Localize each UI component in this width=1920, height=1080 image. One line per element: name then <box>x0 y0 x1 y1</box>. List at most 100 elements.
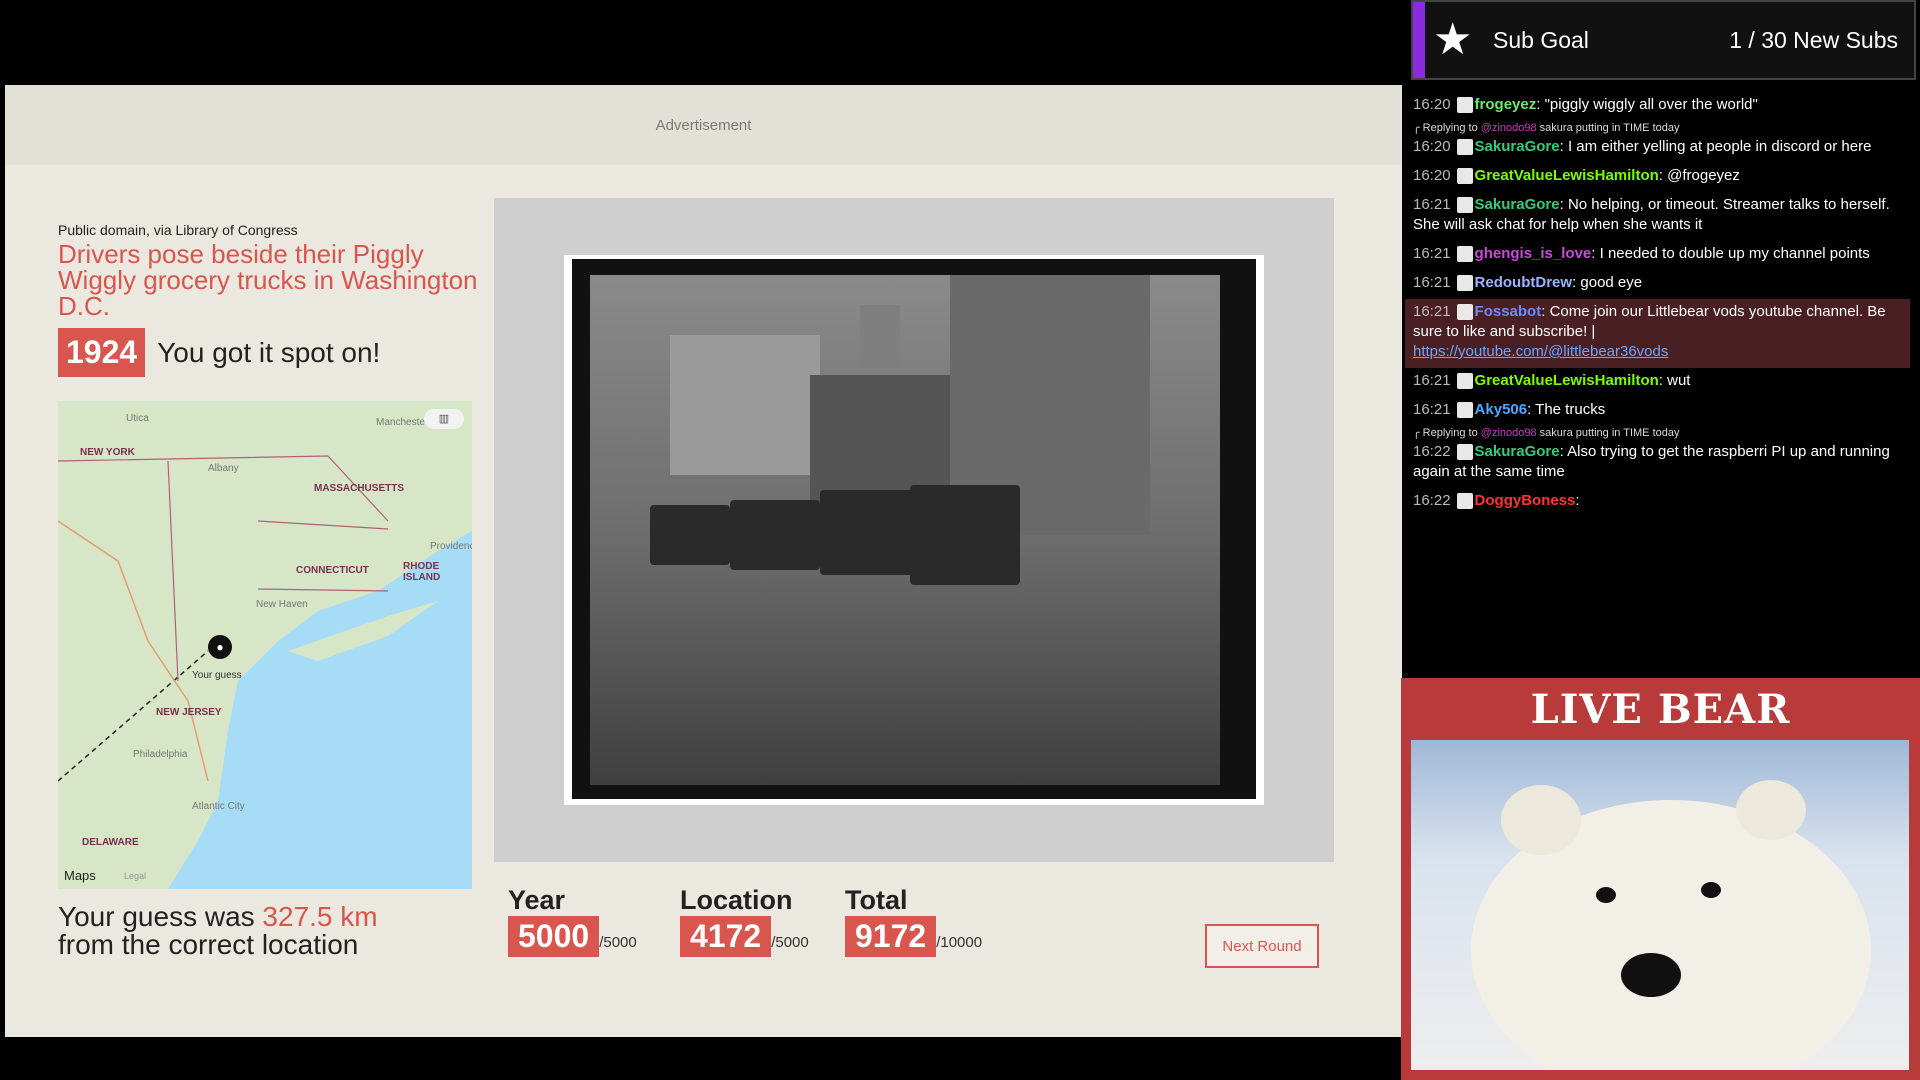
guess-pin-icon: ● <box>208 635 232 659</box>
photo-truck-2 <box>730 500 820 570</box>
chat-time: 16:22 <box>1413 492 1451 509</box>
chat-username[interactable]: SakuraGore <box>1475 443 1560 460</box>
bear-reaction-panel: LIVE BEAR REACTION <box>1401 678 1920 1080</box>
sub-goal-count: 1 / 30 New Subs <box>1729 26 1898 53</box>
chat-username[interactable]: Fossabot <box>1475 303 1542 320</box>
chat-text: wut <box>1667 372 1691 389</box>
chat-colon: : <box>1541 303 1550 320</box>
badge-icon <box>1456 402 1473 419</box>
historical-photo[interactable] <box>572 259 1256 799</box>
year-result-row: 1924 You got it spot on! <box>58 328 380 377</box>
chat-link[interactable]: https://youtube.com/@littlebear36vods <box>1413 343 1668 360</box>
chat-message: 16:22 DoggyBoness: <box>1405 488 1910 517</box>
photo-truck-3 <box>820 490 920 575</box>
score-location-label: Location <box>680 885 793 915</box>
map-land <box>58 401 472 889</box>
chat-username[interactable]: ghengis_is_love <box>1475 245 1592 262</box>
chat-colon: : <box>1559 138 1568 155</box>
reply-mention: @zinodo98 <box>1480 122 1537 134</box>
legal-link[interactable]: Legal <box>124 871 146 881</box>
chat-time: 16:20 <box>1413 138 1451 155</box>
badge-icon <box>1456 168 1473 185</box>
chat-time: 16:20 <box>1413 167 1451 184</box>
chat-reply-context: ╭ Replying to @zinodo98 sakura putting i… <box>1413 122 1680 134</box>
chat-message: 16:20 SakuraGore: I am either yelling at … <box>1405 134 1910 163</box>
chat-message: 16:21 GreatValueLewisHamilton: wut <box>1405 368 1910 397</box>
chat-colon: : <box>1591 245 1600 262</box>
map-label-new-jersey: NEW JERSEY <box>156 707 222 718</box>
map-label-massachusetts: MASSACHUSETTS <box>314 483 405 494</box>
sub-goal-widget: ★ Sub Goal 1 / 30 New Subs <box>1411 0 1916 80</box>
year-result-message: You got it spot on! <box>157 336 381 368</box>
advertisement-label: Advertisement <box>655 116 752 134</box>
chat-time: 16:20 <box>1413 96 1451 113</box>
photo-truck-4 <box>910 485 1020 585</box>
chat-username[interactable]: GreatValueLewisHamilton <box>1475 372 1659 389</box>
score-year-label: Year <box>508 885 566 915</box>
map-label-rhode-island: RHODE ISLAND <box>403 561 441 583</box>
game-panel: Advertisement Public domain, via Library… <box>5 85 1402 1037</box>
chat-text: @frogeyez <box>1667 167 1740 184</box>
score-location-value: 4172 <box>680 916 772 957</box>
badge-icon <box>1456 493 1473 510</box>
map-label-utica: Utica <box>126 413 149 424</box>
chat-time: 16:21 <box>1413 245 1451 262</box>
chat-text: I needed to double up my channel points <box>1599 245 1870 262</box>
badge-icon <box>1456 97 1473 114</box>
map-label-connecticut: CONNECTICUT <box>296 565 369 576</box>
chat-username[interactable]: RedoubtDrew <box>1475 274 1573 291</box>
maps-logo: Maps <box>64 868 96 883</box>
chat-text: I am either yelling at people in discord… <box>1567 138 1872 155</box>
chat-panel: 16:20 frogeyez: "piggly wiggly all over t… <box>1405 92 1910 677</box>
score-year: Year 5000/5000 <box>508 885 637 957</box>
photo-scene <box>590 275 1220 785</box>
map-label-manchester: Manchester <box>376 417 429 428</box>
chat-time: 16:21 <box>1413 372 1451 389</box>
polar-bear-drawing <box>1471 780 1871 1070</box>
chat-colon: : <box>1527 401 1536 418</box>
chat-username[interactable]: frogeyez <box>1475 96 1537 113</box>
photo-credit: Public domain, via Library of Congress <box>58 222 298 238</box>
chat-colon: : <box>1559 196 1568 213</box>
chat-username[interactable]: Aky506 <box>1475 401 1528 418</box>
advertisement-bar: Advertisement <box>5 85 1402 165</box>
chat-username[interactable]: SakuraGore <box>1475 196 1560 213</box>
score-year-value: 5000 <box>508 916 600 957</box>
chat-colon: : <box>1658 167 1668 184</box>
guess-suffix: from the correct location <box>58 929 359 960</box>
reply-text: sakura putting in TIME today <box>1539 427 1680 439</box>
chat-message: 16:20 GreatValueLewisHamilton: @frogeyez <box>1405 163 1910 192</box>
guess-distance: 327.5 km <box>262 901 378 932</box>
sub-goal-label: Sub Goal <box>1493 26 1589 53</box>
map-label-philadelphia: Philadelphia <box>133 749 188 760</box>
badge-icon <box>1456 373 1473 390</box>
photo-frame <box>494 198 1334 862</box>
chat-message: 16:21 Aky506: The trucks <box>1405 397 1910 426</box>
next-round-button[interactable]: Next Round <box>1205 924 1319 968</box>
chat-username[interactable]: SakuraGore <box>1475 138 1560 155</box>
sub-goal-accent <box>1413 2 1425 78</box>
chat-message: 16:21 SakuraGore: No helping, or timeout.… <box>1405 192 1910 241</box>
chat-colon: : <box>1536 96 1545 113</box>
chat-time: 16:21 <box>1413 401 1451 418</box>
result-map[interactable]: Utica NEW YORK Albany Manchester MASSACH… <box>58 401 472 889</box>
photo-truck-1 <box>650 505 730 565</box>
score-location-max: /5000 <box>771 934 809 951</box>
score-location: Location 4172/5000 <box>680 885 809 957</box>
score-total-label: Total <box>845 885 908 915</box>
guess-prefix: Your guess was <box>58 901 263 932</box>
map-label-new-york: NEW YORK <box>80 447 135 458</box>
chat-username[interactable]: GreatValueLewisHamilton <box>1475 167 1659 184</box>
badge-icon <box>1456 304 1473 321</box>
chat-message: 16:21 Fossabot: Come join our Littlebear … <box>1405 299 1910 368</box>
chat-time: 16:21 <box>1413 274 1451 291</box>
reply-mention: @zinodo98 <box>1480 427 1537 439</box>
chat-colon: : <box>1575 492 1580 509</box>
map-label-providence: Providenc <box>430 541 472 552</box>
photo-building-far <box>670 335 820 475</box>
chat-username[interactable]: DoggyBoness <box>1475 492 1576 509</box>
score-total-value: 9172 <box>845 916 937 957</box>
reply-text: sakura putting in TIME today <box>1539 122 1680 134</box>
map-type-toggle[interactable]: ▥ <box>424 409 464 429</box>
score-year-max: /5000 <box>599 934 637 951</box>
